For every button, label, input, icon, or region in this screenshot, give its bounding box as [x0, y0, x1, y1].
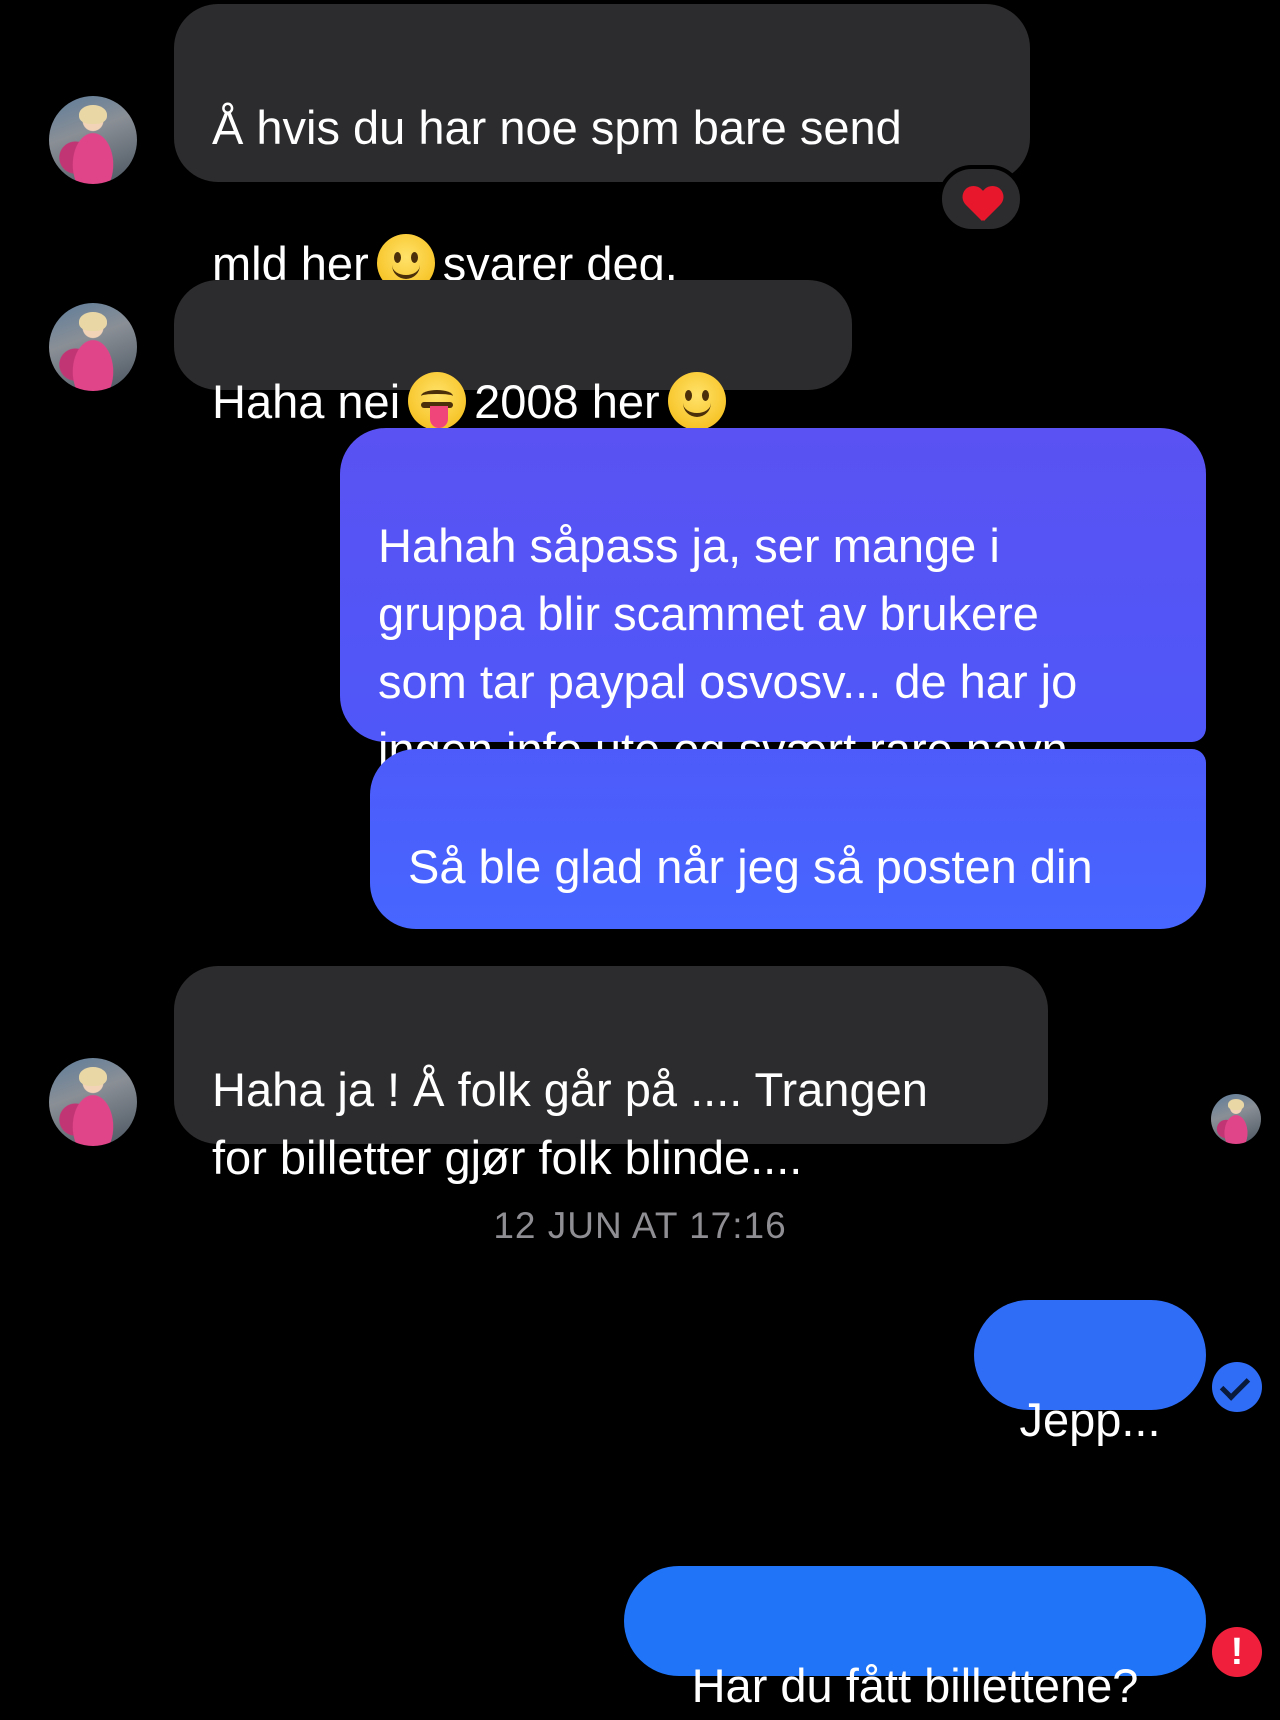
message-bubble-incoming[interactable]: Haha ja ! Å folk går på .... Trangen for…: [174, 966, 1048, 1184]
message-bubble-outgoing[interactable]: Har du fått billettene?: [624, 1566, 1206, 1712]
message-bubble-outgoing[interactable]: Så ble glad når jeg så posten din: [370, 749, 1206, 1031]
message-text: Så ble glad når jeg så posten din: [408, 840, 1093, 893]
seen-check-icon: [1212, 1362, 1262, 1412]
message-text: Å hvis du har noe spm bare send: [212, 101, 902, 154]
reaction-badge[interactable]: [938, 165, 1024, 233]
read-receipt-avatar: [1211, 1094, 1261, 1144]
message-bubble-outgoing[interactable]: Jepp...: [974, 1300, 1206, 1446]
message-text: Jepp...: [1019, 1393, 1161, 1446]
contact-avatar[interactable]: [49, 303, 137, 391]
slightly-smiling-face-emoji: [667, 372, 726, 430]
message-bubble-incoming[interactable]: Å hvis du har noe spm bare send mld her s…: [174, 4, 1030, 292]
red-heart-reaction-icon: [962, 187, 1002, 221]
message-text: Hahah såpass ja, ser mange i gruppa blir…: [378, 519, 1078, 776]
message-bubble-outgoing[interactable]: Hahah såpass ja, ser mange i gruppa blir…: [340, 428, 1206, 776]
message-bubble-incoming[interactable]: Haha nei 2008 her: [174, 280, 852, 430]
message-text: Haha nei: [212, 375, 401, 428]
timestamp-divider: 12 JUN AT 17:16: [493, 1205, 787, 1246]
contact-avatar[interactable]: [49, 96, 137, 184]
message-text: Har du fått billettene?: [691, 1659, 1139, 1712]
error-icon[interactable]: !: [1212, 1627, 1262, 1677]
contact-avatar[interactable]: [49, 1058, 137, 1146]
message-text: Haha ja ! Å folk går på .... Trangen for…: [212, 1063, 928, 1184]
face-with-tongue-emoji: [408, 372, 467, 430]
message-text: 2008 her: [474, 375, 660, 428]
